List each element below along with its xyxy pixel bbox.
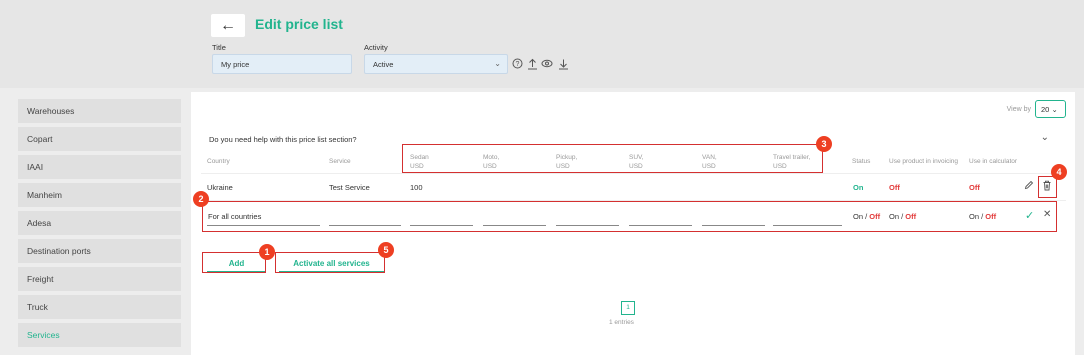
row-service: Test Service [329, 183, 370, 192]
help-question[interactable]: Do you need help with this price list se… [209, 135, 357, 144]
entries-count: 1 entries [609, 319, 634, 326]
download-icon[interactable] [557, 58, 569, 70]
col-invoicing: Use product in invoicing [889, 158, 959, 165]
annotation-badge-3: 3 [816, 136, 832, 152]
sidebar-item-truck[interactable]: Truck [18, 295, 181, 319]
header: ← Edit price list Title My price Activit… [0, 0, 1084, 88]
pagination-page[interactable]: 1 [621, 301, 635, 315]
row-sedan: 100 [410, 183, 423, 192]
chevron-down-icon[interactable]: ⌄ [1041, 132, 1049, 143]
row-calculator[interactable]: Off [969, 183, 980, 192]
col-status: Status [852, 158, 871, 165]
arrow-left-icon: ← [220, 16, 236, 34]
divider [201, 173, 1066, 174]
edit-icon[interactable] [1024, 180, 1034, 193]
sidebar-item-iaai[interactable]: IAAI [18, 155, 181, 179]
annotation-badge-4: 4 [1051, 164, 1067, 180]
sidebar-item-destination-ports[interactable]: Destination ports [18, 239, 181, 263]
highlight-activate [275, 252, 385, 273]
sidebar-item-adesa[interactable]: Adesa [18, 211, 181, 235]
help-icon[interactable]: ? [511, 58, 523, 70]
col-service: Service [329, 158, 351, 165]
row-invoicing[interactable]: Off [889, 183, 900, 192]
sidebar-item-services[interactable]: Services [18, 323, 181, 347]
highlight-delete [1038, 176, 1057, 198]
eye-icon[interactable] [541, 58, 553, 70]
highlight-new-row [202, 201, 1057, 232]
chevron-down-icon: ⌄ [494, 59, 501, 68]
view-by-label: View by [1006, 106, 1031, 113]
col-country: Country [207, 158, 230, 165]
title-input[interactable]: My price [212, 54, 352, 74]
row-country: Ukraine [207, 183, 233, 192]
sidebar: Warehouses Copart IAAI Manheim Adesa Des… [18, 99, 181, 351]
annotation-badge-2: 2 [193, 191, 209, 207]
highlight-add [202, 252, 266, 273]
page-title: Edit price list [255, 16, 343, 32]
back-button[interactable]: ← [211, 14, 245, 37]
activity-select[interactable]: Active ⌄ [364, 54, 508, 74]
sidebar-item-freight[interactable]: Freight [18, 267, 181, 291]
sidebar-item-copart[interactable]: Copart [18, 127, 181, 151]
chevron-down-icon: ⌄ [1051, 105, 1058, 114]
col-calculator: Use in calculator [969, 158, 1018, 165]
annotation-badge-1: 1 [259, 244, 275, 260]
highlight-vehicle-columns [402, 144, 823, 173]
view-by-select[interactable]: 20 ⌄ [1035, 100, 1066, 118]
annotation-badge-5: 5 [378, 242, 394, 258]
title-label: Title [212, 43, 226, 52]
sidebar-item-warehouses[interactable]: Warehouses [18, 99, 181, 123]
sidebar-item-manheim[interactable]: Manheim [18, 183, 181, 207]
svg-text:?: ? [515, 61, 519, 68]
row-status[interactable]: On [853, 183, 863, 192]
upload-icon[interactable] [526, 58, 538, 70]
activity-label: Activity [364, 43, 388, 52]
